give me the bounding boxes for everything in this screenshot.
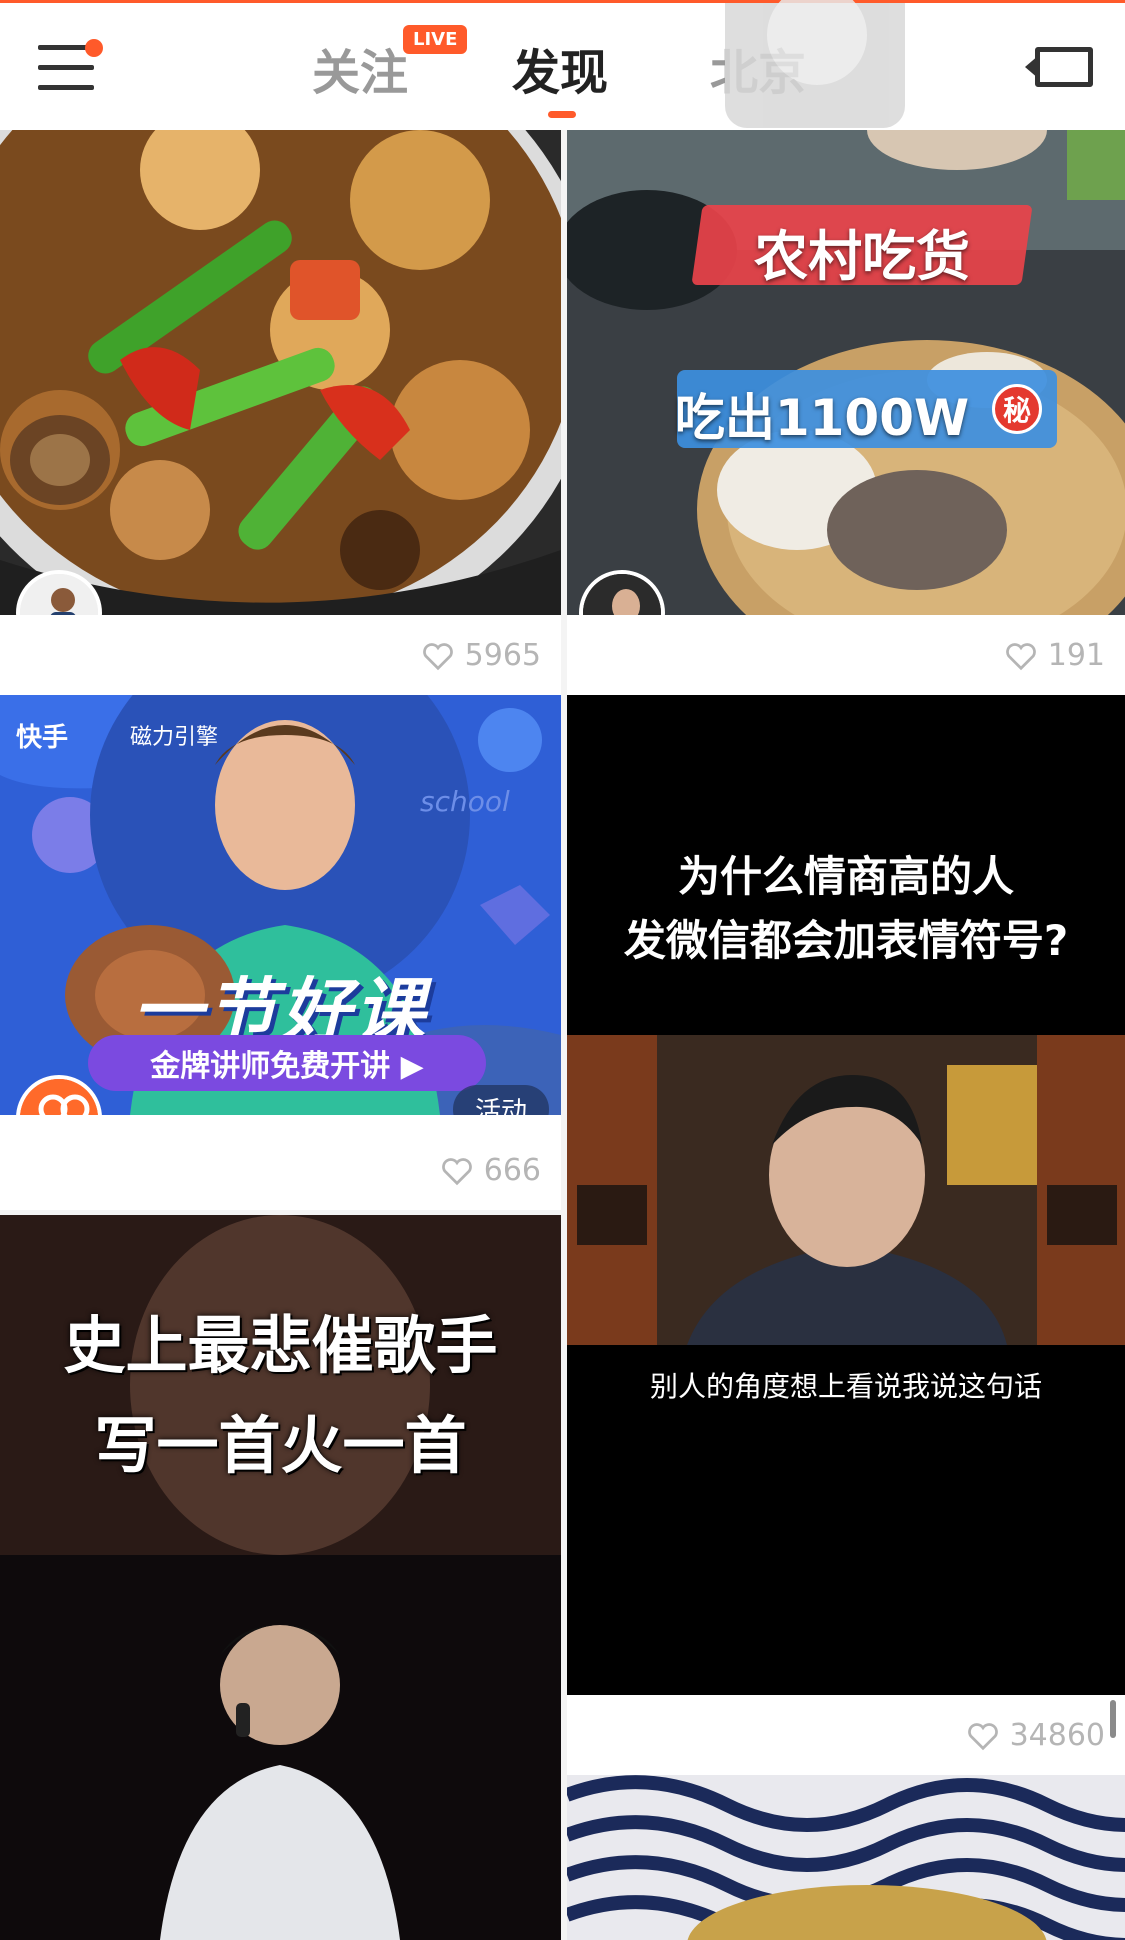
overlay-title: 农村吃货 xyxy=(754,225,970,288)
card-footer: 5965 xyxy=(0,615,561,695)
card-footer: 666 xyxy=(0,1115,561,1210)
like-count[interactable]: 666 xyxy=(440,1153,541,1188)
notification-dot xyxy=(85,39,103,57)
thumbnail-image: 为什么情商高的人 发微信都会加表情符号? 别人的角度想上看说我说这句话 xyxy=(567,695,1125,1695)
feed-card-rural-foodie[interactable]: 农村吃货 吃出1100W 秘 191 xyxy=(567,130,1125,695)
live-badge: LIVE xyxy=(403,25,468,54)
thumbnail-image xyxy=(567,1775,1125,1940)
overlay-subtitle: 吃出1100W xyxy=(674,389,970,447)
heart-icon xyxy=(967,1722,998,1750)
feed-card-braised-chicken[interactable]: ✓ 5965 xyxy=(0,130,561,695)
feed-card-singer[interactable]: 史上最悲催歌手 写一首火一首 xyxy=(0,1215,561,1940)
heart-icon xyxy=(441,1157,472,1185)
thumbnail-image: 快手 磁力引擎 school 一节好课 金牌讲师免费开讲 ▶ 活动 xyxy=(0,695,561,1115)
secret-badge: 秘 xyxy=(992,384,1042,434)
thumbnail-image xyxy=(0,130,561,615)
video-question-line1: 为什么情商高的人 xyxy=(677,852,1014,901)
like-count[interactable]: 34860 xyxy=(966,1718,1105,1753)
thumbnail-image: 史上最悲催歌手 写一首火一首 xyxy=(0,1215,561,1940)
scrollbar-thumb[interactable] xyxy=(1110,1700,1116,1738)
heart-icon xyxy=(1005,642,1036,670)
feed-card-partial[interactable] xyxy=(567,1775,1125,1940)
floating-assistive-button[interactable] xyxy=(725,0,905,128)
card-footer: 191 xyxy=(567,615,1125,695)
video-question-line2: 发微信都会加表情符号? xyxy=(623,916,1069,965)
discover-feed: ✓ 5965 农村吃货 吃出 xyxy=(0,130,1125,1940)
like-count[interactable]: 191 xyxy=(1004,638,1105,673)
thumbnail-image: 农村吃货 吃出1100W 秘 xyxy=(567,130,1125,615)
like-count[interactable]: 5965 xyxy=(421,638,541,673)
active-tab-indicator xyxy=(548,111,576,118)
deco-text-school: school xyxy=(420,785,510,818)
activity-tag: 活动 xyxy=(452,1085,549,1115)
video-title-line1: 史上最悲催歌手 xyxy=(63,1309,498,1382)
feed-card-eq-question[interactable]: 为什么情商高的人 发微信都会加表情符号? 别人的角度想上看说我说这句话 xyxy=(567,695,1125,1695)
feed-card-course-ad[interactable]: 快手 磁力引擎 school 一节好课 金牌讲师免费开讲 ▶ 活动 666 xyxy=(0,695,561,1210)
top-navigation-bar: 关注 LIVE 发现 北京 xyxy=(0,0,1125,130)
tab-discover[interactable]: 发现 xyxy=(512,33,608,103)
brand-logo-kuaishou: 快手 xyxy=(16,723,69,753)
video-title-line2: 写一首火一首 xyxy=(94,1409,467,1482)
ad-cta-button[interactable]: 金牌讲师免费开讲 ▶ xyxy=(88,1035,486,1091)
heart-icon xyxy=(422,642,453,670)
card-footer: 34860 xyxy=(567,1695,1125,1775)
brand-logo-magnetic-engine: 磁力引擎 xyxy=(130,725,219,750)
video-camera-icon[interactable] xyxy=(1025,47,1095,91)
video-subtitle: 别人的角度想上看说我说这句话 xyxy=(649,1370,1042,1403)
tab-following[interactable]: 关注 xyxy=(312,33,408,103)
